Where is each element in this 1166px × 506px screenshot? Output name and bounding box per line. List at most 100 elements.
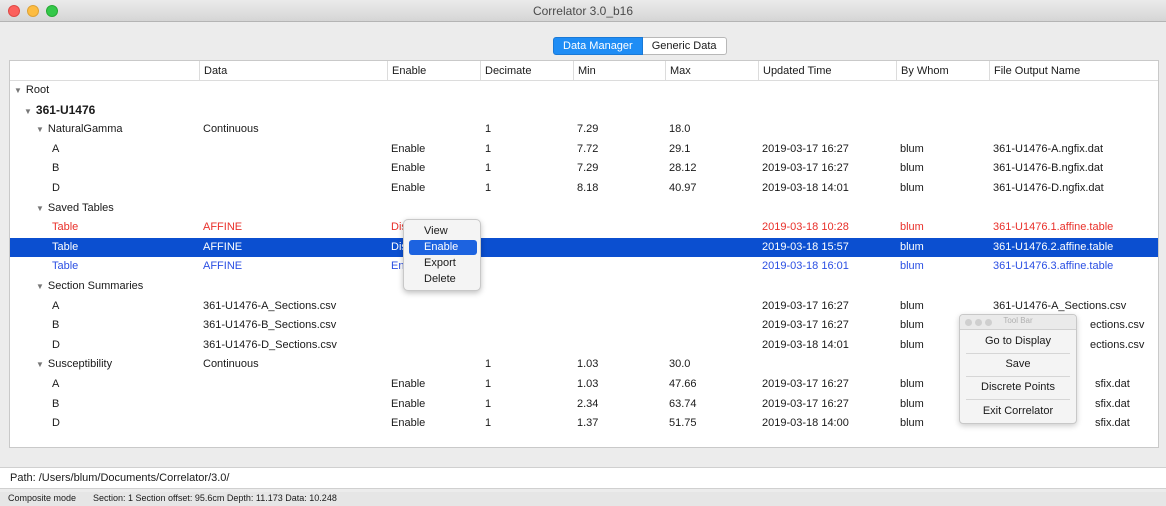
row-name: D xyxy=(52,338,60,351)
row-max: 30.0 xyxy=(669,358,691,371)
row-name: 361-U1476 xyxy=(35,102,96,117)
row-file-output-name: sfix.dat xyxy=(1095,397,1130,410)
row-file-output-name: sfix.dat xyxy=(1095,417,1130,430)
row-name: NaturalGamma xyxy=(47,123,123,136)
row-updated-time: 2019-03-17 16:27 xyxy=(762,142,849,155)
tool-bar-separator xyxy=(966,376,1070,377)
row-file-output-name: ections.csv xyxy=(1090,338,1145,351)
row-enable[interactable]: Enable xyxy=(391,375,476,395)
row-min: 7.72 xyxy=(577,142,599,155)
row-by-whom: blum xyxy=(900,182,924,194)
tree-row-section-summaries[interactable]: ▼ Section Summaries xyxy=(10,277,1158,297)
tab-bar: Data Manager Generic Data xyxy=(553,37,727,55)
tool-bar-title-bar[interactable]: Tool Bar xyxy=(960,315,1076,330)
title-bar[interactable]: Correlator 3.0_b16 xyxy=(0,0,1166,22)
row-max: 63.74 xyxy=(669,397,697,410)
tree-row-root[interactable]: ▼ Root xyxy=(10,81,1158,101)
row-decimate: 1 xyxy=(485,182,492,194)
row-updated-time: 2019-03-18 15:57 xyxy=(762,240,849,253)
disclosure-triangle-icon[interactable]: ▼ xyxy=(36,125,44,134)
row-enable[interactable]: Enable xyxy=(391,140,476,160)
row-name: Table xyxy=(52,260,79,273)
tree-row-naturalgamma-d[interactable]: D Enable 1 8.18 40.97 2019-03-18 14:01 b… xyxy=(10,179,1158,199)
tree-row-naturalgamma-b[interactable]: B Enable 1 7.29 28.12 2019-03-17 16:27 b… xyxy=(10,159,1158,179)
row-enable[interactable]: Enable xyxy=(391,395,476,415)
row-file-output-name: 361-U1476-A.ngfix.dat xyxy=(993,142,1104,155)
disclosure-triangle-icon[interactable]: ▼ xyxy=(36,282,44,291)
row-updated-time: 2019-03-17 16:27 xyxy=(762,299,849,312)
row-name: B xyxy=(52,319,60,332)
row-file-output-name: 361-U1476-B.ngfix.dat xyxy=(993,162,1104,175)
column-header-updated-time[interactable]: Updated Time xyxy=(758,61,896,81)
disclosure-triangle-icon[interactable]: ▼ xyxy=(36,204,44,213)
disclosure-triangle-icon[interactable]: ▼ xyxy=(14,86,22,95)
row-enable[interactable]: Enable xyxy=(391,414,476,434)
row-name: Table xyxy=(52,221,79,234)
row-min: 7.29 xyxy=(577,162,599,175)
context-menu-delete[interactable]: Delete xyxy=(409,272,477,287)
context-menu-enable[interactable]: Enable xyxy=(409,240,477,255)
tab-data-manager[interactable]: Data Manager xyxy=(553,37,643,55)
status-info: Section: 1 Section offset: 95.6cm Depth:… xyxy=(93,493,337,503)
tree-row-naturalgamma[interactable]: ▼ NaturalGamma Continuous 1 7.29 18.0 xyxy=(10,120,1158,140)
column-header-tree[interactable] xyxy=(10,61,199,81)
disclosure-triangle-icon[interactable]: ▼ xyxy=(24,107,32,116)
row-data: AFFINE xyxy=(203,221,243,234)
row-name: A xyxy=(52,142,60,155)
disclosure-triangle-icon[interactable]: ▼ xyxy=(36,360,44,369)
row-updated-time: 2019-03-18 14:01 xyxy=(762,182,849,194)
row-data: AFFINE xyxy=(203,240,243,253)
row-max: 40.97 xyxy=(669,182,697,194)
row-name: A xyxy=(52,378,60,390)
row-updated-time: 2019-03-18 16:01 xyxy=(762,260,849,273)
row-file-output-name: 361-U1476.2.affine.table xyxy=(993,240,1114,253)
tool-bar-window: Tool Bar Go to Display Save Discrete Poi… xyxy=(959,314,1077,424)
row-decimate: 1 xyxy=(485,162,492,175)
row-max: 28.12 xyxy=(669,162,697,175)
context-menu-view[interactable]: View xyxy=(409,224,477,239)
context-menu-export[interactable]: Export xyxy=(409,256,477,271)
context-menu: View Enable Export Delete xyxy=(403,219,481,291)
column-header-file-output-name[interactable]: File Output Name xyxy=(989,61,1158,81)
column-header-by-whom[interactable]: By Whom xyxy=(896,61,989,81)
row-updated-time: 2019-03-18 10:28 xyxy=(762,221,849,234)
row-name: Susceptibility xyxy=(47,358,113,371)
tab-generic-data[interactable]: Generic Data xyxy=(642,37,727,55)
tree-row-table-3[interactable]: Table AFFINE En 2019-03-18 16:01 blum 36… xyxy=(10,257,1158,277)
column-header-data[interactable]: Data xyxy=(199,61,387,81)
status-mode: Composite mode xyxy=(8,493,77,503)
row-enable[interactable]: Enable xyxy=(391,179,476,199)
column-header-max[interactable]: Max xyxy=(665,61,758,81)
row-decimate: 1 xyxy=(485,378,492,390)
correlator-window: Correlator 3.0_b16 Data Manager Generic … xyxy=(0,0,1166,506)
status-bar: Composite mode Section: 1 Section offset… xyxy=(0,492,1166,506)
row-updated-time: 2019-03-18 14:00 xyxy=(762,417,849,430)
row-min: 1.37 xyxy=(577,417,599,430)
row-enable[interactable]: Enable xyxy=(391,159,476,179)
row-decimate: 1 xyxy=(485,358,492,371)
row-updated-time: 2019-03-18 14:01 xyxy=(762,338,849,351)
row-name: Table xyxy=(52,240,79,253)
row-name: B xyxy=(52,162,60,175)
column-header-min[interactable]: Min xyxy=(573,61,665,81)
window-title: Correlator 3.0_b16 xyxy=(532,4,634,18)
tree-row-site[interactable]: ▼ 361-U1476 xyxy=(10,101,1158,121)
tool-bar-title: Tool Bar xyxy=(1003,316,1033,325)
column-header-enable[interactable]: Enable xyxy=(387,61,480,81)
tree-row-table-1[interactable]: Table AFFINE Dis 2019-03-18 10:28 blum 3… xyxy=(10,218,1158,238)
tree-row-table-2-selected[interactable]: Table AFFINE Dis 2019-03-18 15:57 blum 3… xyxy=(10,237,1158,258)
tool-bar-separator xyxy=(966,353,1070,354)
column-header-decimate[interactable]: Decimate xyxy=(480,61,573,81)
row-min: 7.29 xyxy=(577,123,599,136)
discrete-points-button[interactable]: Discrete Points xyxy=(960,381,1076,393)
row-updated-time: 2019-03-17 16:27 xyxy=(762,397,849,410)
row-decimate: 1 xyxy=(485,397,492,410)
go-to-display-button[interactable]: Go to Display xyxy=(960,335,1076,347)
row-max: 47.66 xyxy=(669,378,697,390)
exit-correlator-button[interactable]: Exit Correlator xyxy=(960,405,1076,417)
tree-row-naturalgamma-a[interactable]: A Enable 1 7.72 29.1 2019-03-17 16:27 bl… xyxy=(10,140,1158,160)
row-by-whom: blum xyxy=(900,221,924,234)
save-button[interactable]: Save xyxy=(960,358,1076,370)
row-data: Continuous xyxy=(203,358,259,371)
tree-row-saved-tables[interactable]: ▼ Saved Tables xyxy=(10,199,1158,219)
